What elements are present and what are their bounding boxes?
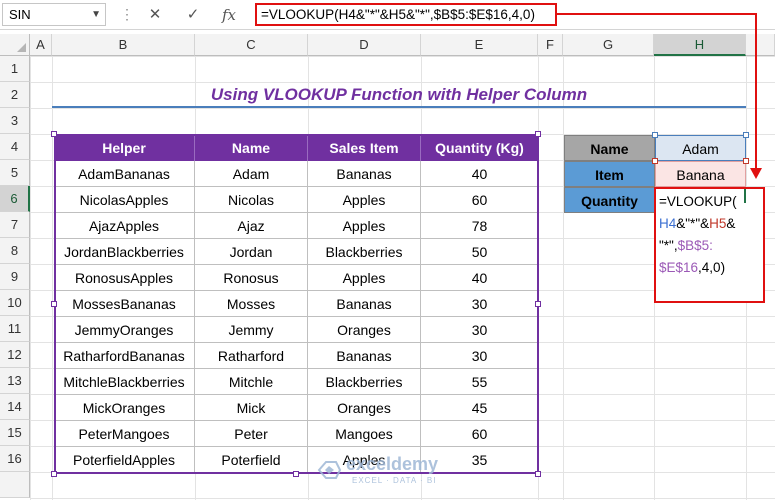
column-header-i[interactable]: [746, 34, 775, 56]
formula-ref-h4: H4: [659, 216, 677, 231]
watermark-tagline: EXCEL · DATA · BI: [352, 476, 437, 485]
row-header-7[interactable]: 7: [0, 212, 30, 238]
reference-handle[interactable]: [652, 132, 658, 138]
sheet-title: Using VLOOKUP Function with Helper Colum…: [52, 82, 746, 108]
grip-dots-icon: ⋮: [120, 6, 134, 22]
resize-handle[interactable]: [535, 131, 541, 137]
formula-text: "*",: [659, 238, 678, 253]
row-header-17[interactable]: [0, 472, 30, 498]
resize-handle[interactable]: [293, 471, 299, 477]
row-header-6[interactable]: 6: [0, 186, 30, 212]
resize-handle[interactable]: [535, 471, 541, 477]
name-box-value: SIN: [9, 7, 31, 22]
column-header-h[interactable]: H: [654, 34, 746, 56]
watermark-logo: exceldemy EXCEL · DATA · BI: [316, 452, 476, 490]
reference-handle[interactable]: [743, 158, 749, 164]
insert-function-icon[interactable]: fx: [218, 3, 240, 27]
row-header-15[interactable]: 15: [0, 420, 30, 446]
row-header-13[interactable]: 13: [0, 368, 30, 394]
lookup-label-item[interactable]: Item: [564, 161, 655, 187]
name-box[interactable]: SIN ▼: [2, 3, 106, 26]
formula-ref-h5: H5: [709, 216, 727, 231]
resize-handle[interactable]: [51, 131, 57, 137]
lookup-label-quantity[interactable]: Quantity: [564, 187, 655, 213]
resize-handle[interactable]: [535, 301, 541, 307]
formula-text: &"*"&: [676, 216, 710, 231]
formula-text: &: [726, 216, 736, 231]
column-header-a[interactable]: A: [30, 34, 52, 56]
row-header-11[interactable]: 11: [0, 316, 30, 342]
table-selection-outline: [54, 134, 539, 474]
row-header-10[interactable]: 10: [0, 290, 30, 316]
row-header-4[interactable]: 4: [0, 134, 30, 160]
logo-icon: [317, 461, 342, 479]
lookup-label-name[interactable]: Name: [564, 135, 655, 161]
column-header-c[interactable]: C: [195, 34, 308, 56]
row-header-3[interactable]: 3: [0, 108, 30, 134]
formula-ref-range-start: $B$5:: [677, 238, 713, 253]
reference-handle[interactable]: [652, 158, 658, 164]
watermark-brand: exceldemy: [346, 454, 439, 474]
row-header-9[interactable]: 9: [0, 264, 30, 290]
annotation-arrow: [755, 13, 757, 171]
active-cell-formula[interactable]: =VLOOKUP( H4&"*"&H5& "*",$B$5: $E$16,4,0…: [654, 187, 765, 303]
resize-handle[interactable]: [51, 301, 57, 307]
gridline: [563, 56, 564, 500]
column-header-e[interactable]: E: [421, 34, 538, 56]
cancel-icon[interactable]: ✕: [144, 3, 166, 27]
reference-handle[interactable]: [743, 132, 749, 138]
column-header-g[interactable]: G: [563, 34, 654, 56]
column-header-d[interactable]: D: [308, 34, 421, 56]
column-header-b[interactable]: B: [52, 34, 195, 56]
select-all-corner[interactable]: [0, 34, 30, 56]
row-header-5[interactable]: 5: [0, 160, 30, 186]
row-header-1[interactable]: 1: [0, 56, 30, 82]
formula-text: ,4,0): [698, 260, 726, 275]
row-header-2[interactable]: 2: [0, 82, 30, 108]
text-cursor: [744, 189, 746, 203]
arrow-head-icon: [750, 168, 762, 179]
row-header-14[interactable]: 14: [0, 394, 30, 420]
resize-handle[interactable]: [51, 471, 57, 477]
row-header-12[interactable]: 12: [0, 342, 30, 368]
formula-text: =VLOOKUP(: [659, 194, 737, 209]
column-header-f[interactable]: F: [538, 34, 563, 56]
enter-icon[interactable]: ✓: [182, 3, 204, 27]
chevron-down-icon[interactable]: ▼: [91, 4, 101, 25]
annotation-arrow: [557, 13, 757, 15]
lookup-value-item[interactable]: Banana: [655, 161, 746, 187]
gridline: [52, 56, 53, 500]
row-header-16[interactable]: 16: [0, 446, 30, 472]
formula-ref-range-end: $E$16: [659, 260, 699, 275]
lookup-value-name[interactable]: Adam: [655, 135, 746, 161]
row-header-8[interactable]: 8: [0, 238, 30, 264]
formula-input[interactable]: =VLOOKUP(H4&"*"&H5&"*",$B$5:$E$16,4,0): [255, 3, 557, 26]
